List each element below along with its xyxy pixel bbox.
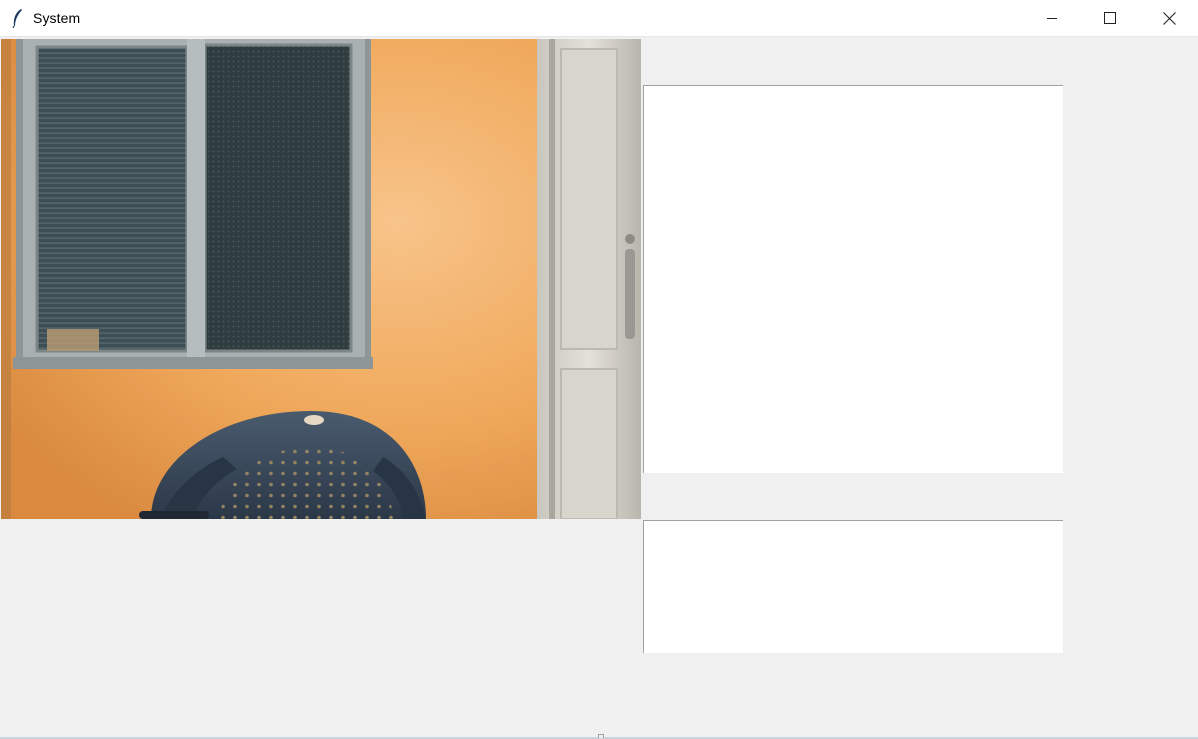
- close-button[interactable]: [1140, 0, 1198, 36]
- input-text-area[interactable]: [643, 520, 1063, 653]
- maximize-icon: [1104, 12, 1116, 24]
- output-text-area[interactable]: [643, 85, 1063, 473]
- window-title: System: [33, 10, 81, 26]
- camera-frame-image: [1, 39, 641, 519]
- minimize-icon: [1047, 18, 1057, 19]
- camera-feed: [1, 39, 641, 519]
- resize-grip[interactable]: [598, 734, 604, 738]
- close-icon: [1162, 11, 1176, 25]
- feather-icon: [12, 9, 22, 28]
- title-bar: System: [0, 0, 1198, 37]
- minimize-button[interactable]: [1023, 0, 1081, 36]
- maximize-button[interactable]: [1081, 0, 1139, 36]
